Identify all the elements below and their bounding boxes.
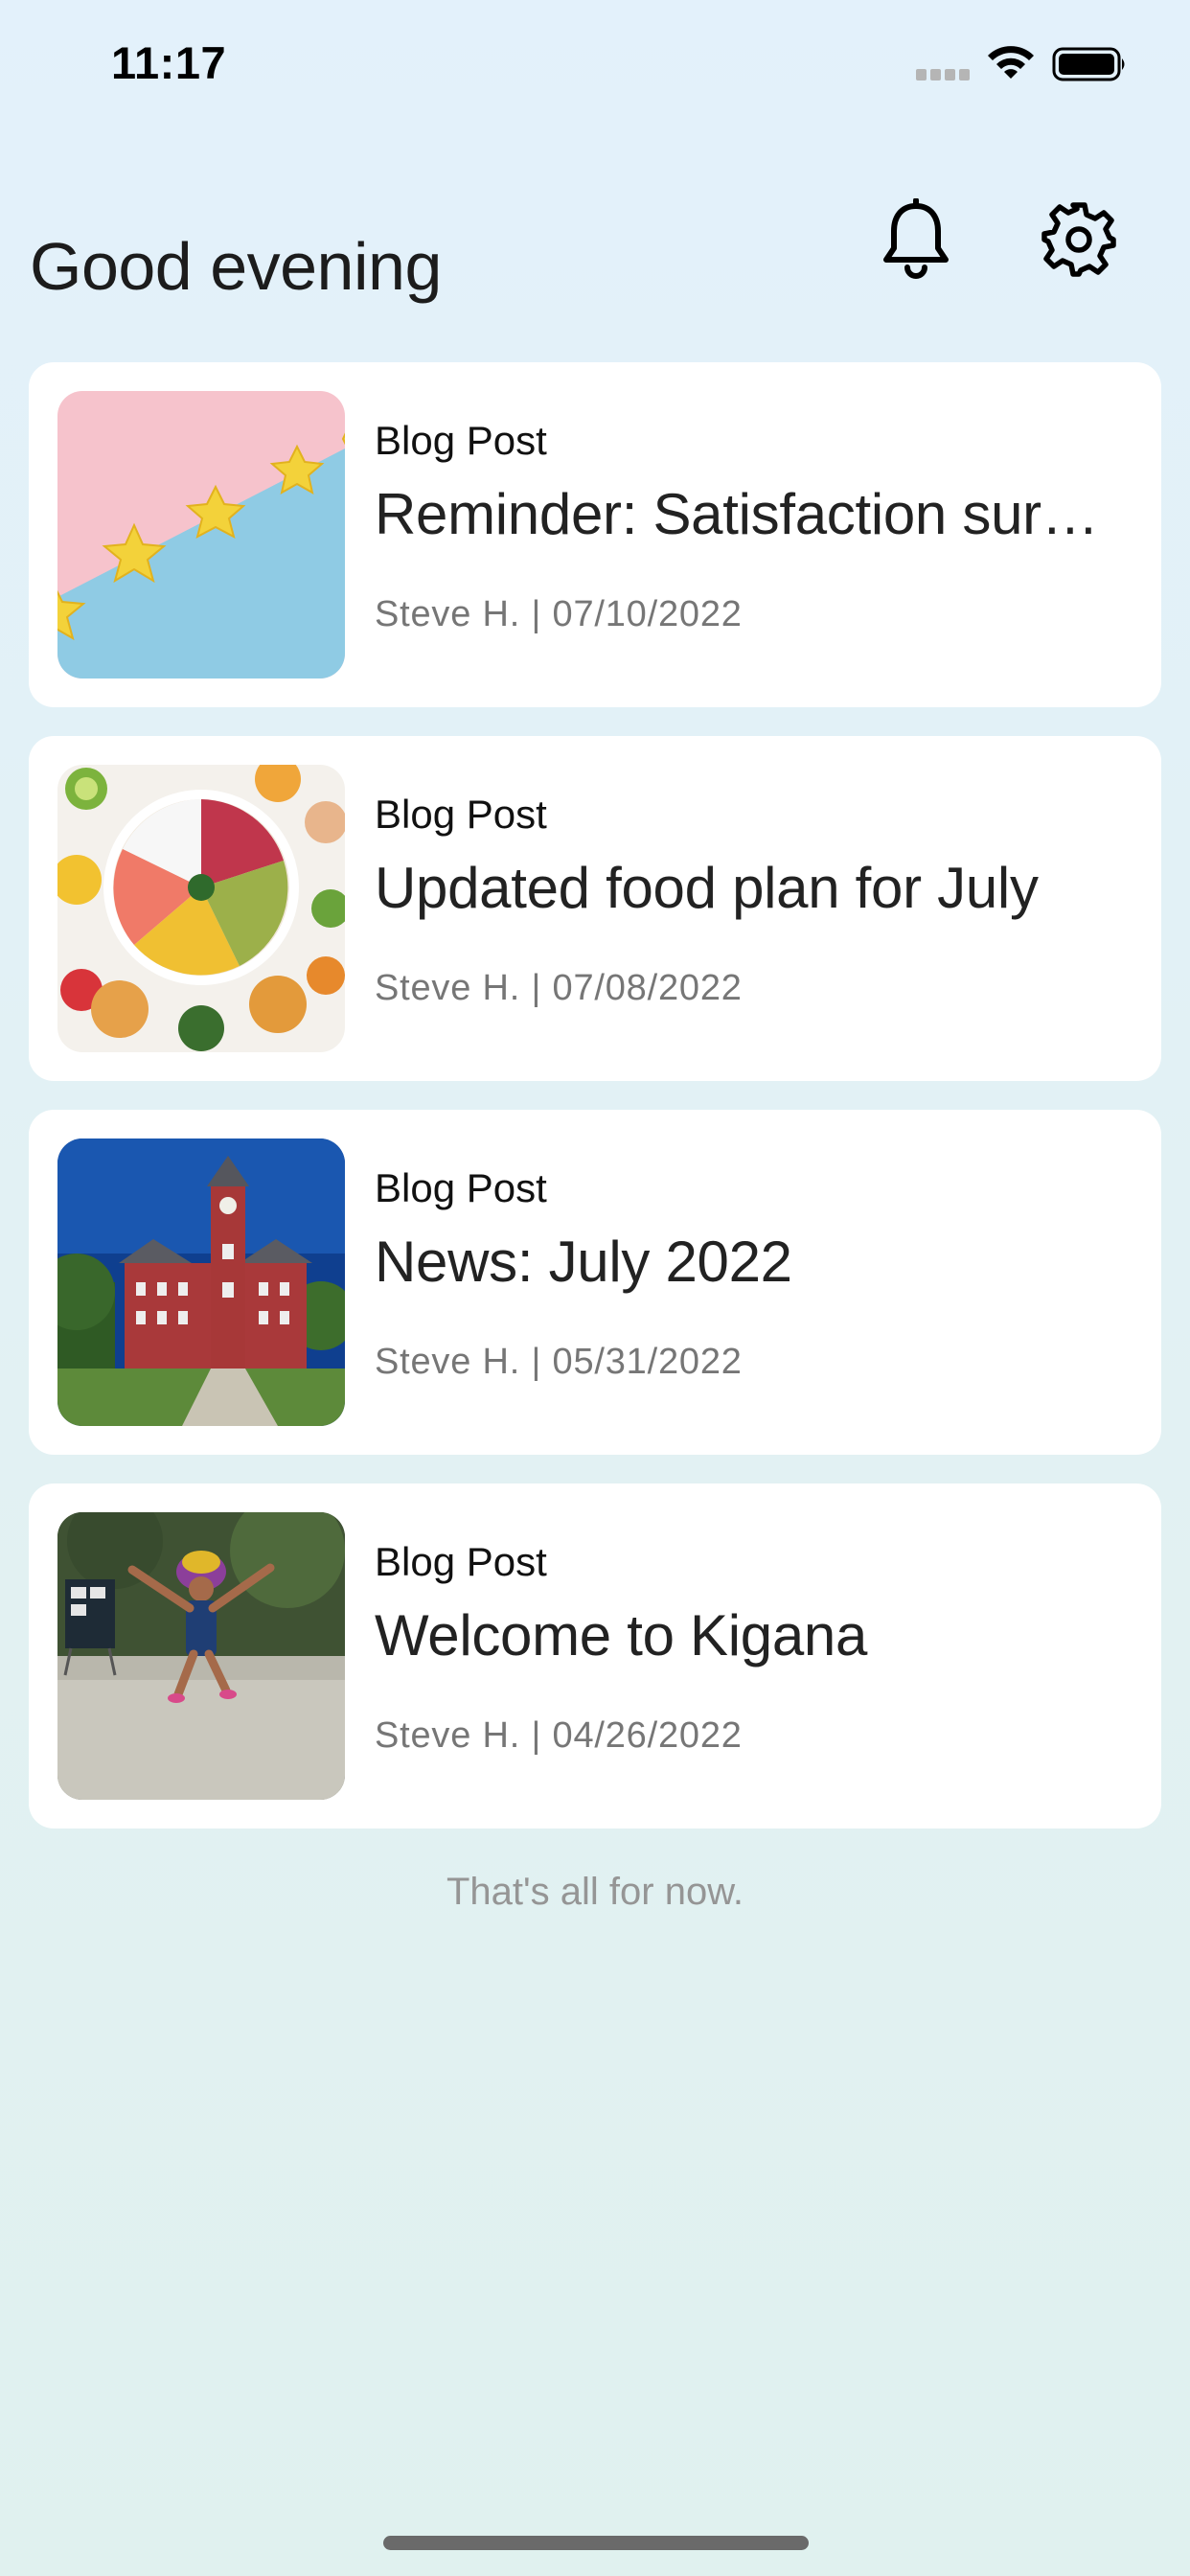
post-feed: Blog Post Reminder: Satisfaction survey …: [29, 362, 1161, 1857]
post-card[interactable]: Blog Post News: July 2022 Steve H. | 05/…: [29, 1110, 1161, 1455]
notifications-button[interactable]: [872, 192, 960, 288]
status-bar: 11:17: [0, 0, 1190, 134]
post-thumbnail: [57, 1512, 345, 1800]
bell-icon: [883, 198, 949, 279]
post-card[interactable]: Blog Post Reminder: Satisfaction survey …: [29, 362, 1161, 707]
post-title: Updated food plan for July: [375, 856, 1039, 920]
post-meta: Steve H. | 04/26/2022: [375, 1715, 743, 1756]
post-title: Welcome to Kigana: [375, 1603, 868, 1668]
wifi-icon: [988, 46, 1034, 79]
gear-icon: [1041, 202, 1116, 277]
battery-icon: [1052, 47, 1125, 81]
post-category: Blog Post: [375, 1539, 547, 1584]
post-thumbnail: [57, 765, 345, 1052]
end-of-feed-message: That's all for now.: [446, 1871, 744, 1913]
post-category: Blog Post: [375, 792, 547, 837]
home-indicator[interactable]: [383, 2536, 809, 2550]
post-title: News: July 2022: [375, 1230, 792, 1294]
cellular-signal-icon: [916, 69, 970, 80]
settings-button[interactable]: [1035, 192, 1123, 288]
post-category: Blog Post: [375, 1165, 547, 1210]
post-meta: Steve H. | 07/10/2022: [375, 594, 743, 634]
post-category: Blog Post: [375, 418, 547, 463]
post-card[interactable]: Blog Post Updated food plan for July Ste…: [29, 736, 1161, 1081]
post-meta: Steve H. | 07/08/2022: [375, 968, 743, 1008]
post-meta: Steve H. | 05/31/2022: [375, 1342, 743, 1382]
post-thumbnail: [57, 391, 345, 678]
post-card[interactable]: Blog Post Welcome to Kigana Steve H. | 0…: [29, 1484, 1161, 1828]
post-thumbnail: [57, 1138, 345, 1426]
post-title: Reminder: Satisfaction survey: [375, 482, 1127, 546]
status-time: 11:17: [111, 37, 227, 88]
greeting-title: Good evening: [30, 229, 442, 304]
